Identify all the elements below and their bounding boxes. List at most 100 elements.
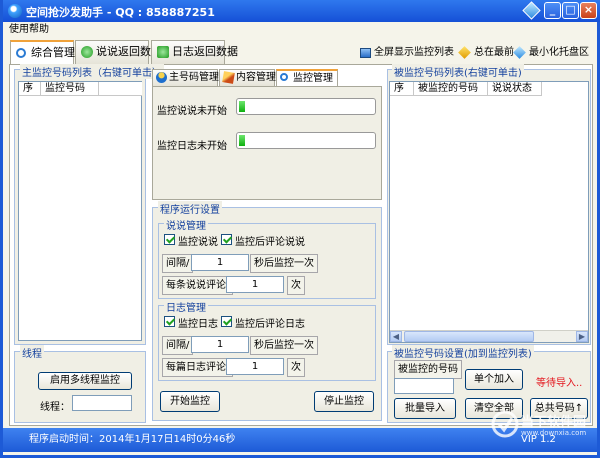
monitored-settings-title: 被监控号码设置(加到监控列表) — [392, 345, 534, 360]
number-input[interactable] — [394, 378, 454, 394]
inner-tab-main-label: 主号码管理 — [169, 72, 219, 83]
toolbar-minimize-tray[interactable]: 最小化托盘区 — [513, 43, 589, 59]
checkbox-checked-icon — [221, 234, 232, 245]
title-bar: 空间抢沙发助手 - QQ : 858887251 _ □ × — [3, 0, 600, 22]
monitored-number-list[interactable]: 序 被监控的号码 说说状态 ◀ ▶ — [389, 81, 589, 343]
ss-per-label: 每条说说评论/ — [162, 276, 234, 295]
watermark-logo: 当下软件园 www.downxia.com — [491, 408, 595, 448]
horizontal-scrollbar[interactable]: ◀ ▶ — [390, 330, 588, 342]
main-list-title: 主监控号码列表（右键可单击） — [20, 64, 164, 79]
main-content: 主监控号码列表（右键可单击） 序 监控号码 线程 启用多线程监控 线程： 主号码… — [9, 64, 593, 426]
inner-tab-content-label: 内容管理 — [236, 72, 276, 83]
fullscreen-label: 全屏显示监控列表 — [374, 47, 454, 58]
watermark-url: www.downxia.com — [521, 429, 587, 437]
rz-per-input[interactable]: 1 — [226, 358, 284, 375]
monitor-shuoshuo-label: 监控说说 — [178, 237, 218, 248]
monitor-rizhi-checkbox[interactable]: 监控日志 — [164, 315, 218, 330]
progress-shuoshuo-fill — [239, 101, 245, 112]
ss-interval-input[interactable]: 1 — [191, 254, 249, 271]
monitor-icon — [360, 48, 371, 58]
comment-shuoshuo-checkbox[interactable]: 监控后评论说说 — [221, 233, 305, 248]
watermark-text: 当下软件园 — [521, 415, 587, 430]
penguin-icon — [156, 72, 167, 83]
pin-icon — [458, 46, 471, 59]
waiting-status: 等待导入.. — [536, 378, 583, 389]
shuoshuo-title: 说说管理 — [164, 217, 208, 232]
rz-interval-label: 间隔/ — [162, 336, 194, 355]
inner-tab-monitor-label: 监控管理 — [293, 73, 333, 84]
tray-icon — [513, 46, 526, 59]
thread-input[interactable] — [72, 395, 132, 411]
rz-per-suffix: 次 — [287, 358, 305, 377]
rz-per-label: 每篇日志评论/ — [162, 358, 234, 377]
checkbox-checked-icon — [164, 316, 175, 327]
status-rizhi: 监控日志未开始 — [157, 141, 227, 152]
checkbox-checked-icon — [164, 234, 175, 245]
progress-shuoshuo — [236, 98, 376, 115]
menu-bar: 使用帮助 — [3, 22, 597, 38]
ss-per-input[interactable]: 1 — [226, 276, 284, 293]
scroll-left-icon[interactable]: ◀ — [390, 331, 402, 342]
ss-per-suffix: 次 — [287, 276, 305, 295]
app-icon — [8, 4, 22, 18]
skin-gem-icon[interactable] — [522, 1, 541, 20]
progress-rizhi-fill — [239, 135, 245, 146]
progress-rizhi — [236, 132, 376, 149]
runtime-status: 程序启动时间：2014年1月17日14时0分46秒 — [29, 434, 236, 445]
refresh-green-icon — [81, 46, 93, 58]
ss-interval-label: 间隔/ — [162, 254, 194, 273]
search-icon — [280, 73, 288, 81]
rz-interval-suffix: 秒后监控一次 — [250, 336, 318, 355]
tab-general[interactable]: 综合管理 — [10, 40, 75, 65]
enable-thread-button[interactable]: 启用多线程监控 — [38, 372, 132, 390]
checkbox-checked-icon — [221, 316, 232, 327]
minimize-button[interactable]: _ — [544, 2, 561, 19]
rizhi-title: 日志管理 — [164, 299, 208, 314]
col-index[interactable]: 序 — [390, 82, 414, 96]
menu-help[interactable]: 使用帮助 — [9, 24, 49, 35]
log-icon — [157, 46, 169, 58]
toolbar-always-top[interactable]: 总在最前 — [458, 43, 514, 59]
status-shuoshuo: 监控说说未开始 — [157, 106, 227, 117]
pencil-icon — [222, 71, 235, 84]
start-monitor-button[interactable]: 开始监控 — [160, 391, 220, 412]
comment-rizhi-label: 监控后评论日志 — [235, 319, 305, 330]
comment-rizhi-checkbox[interactable]: 监控后评论日志 — [221, 315, 305, 330]
monitor-shuoshuo-checkbox[interactable]: 监控说说 — [164, 233, 218, 248]
batch-import-button[interactable]: 批量导入 — [394, 398, 456, 419]
settings-title: 程序运行设置 — [158, 201, 222, 216]
inner-tab-monitor[interactable]: 监控管理 — [276, 69, 338, 86]
col-monitored-number[interactable]: 被监控的号码 — [414, 82, 488, 96]
app-window: 空间抢沙发助手 - QQ : 858887251 _ □ × 使用帮助 综合管理… — [0, 0, 600, 458]
comment-shuoshuo-label: 监控后评论说说 — [235, 237, 305, 248]
thread-label: 线程： — [40, 402, 70, 413]
maximize-button[interactable]: □ — [562, 2, 579, 19]
magnifier-icon — [16, 48, 26, 58]
col-empty — [99, 82, 142, 96]
number-label: 被监控的号码 — [394, 360, 462, 379]
rz-interval-input[interactable]: 1 — [191, 336, 249, 353]
col-index[interactable]: 序 — [19, 82, 41, 96]
stop-monitor-button[interactable]: 停止监控 — [314, 391, 374, 412]
col-shuoshuo-status[interactable]: 说说状态 — [488, 82, 542, 96]
close-button[interactable]: × — [580, 2, 597, 19]
tab-rizhi-data[interactable]: 日志返回数据 — [151, 40, 238, 64]
window-title: 空间抢沙发助手 - QQ : 858887251 — [26, 6, 215, 19]
monitor-rizhi-label: 监控日志 — [178, 319, 218, 330]
col-number[interactable]: 监控号码 — [41, 82, 99, 96]
minimize-tray-label: 最小化托盘区 — [529, 47, 589, 58]
ss-interval-suffix: 秒后监控一次 — [250, 254, 318, 273]
tab-shuoshuo-data[interactable]: 说说返回数据 — [75, 40, 162, 64]
scroll-right-icon[interactable]: ▶ — [576, 331, 588, 342]
thread-title: 线程 — [20, 345, 44, 360]
inner-tab-content[interactable]: 内容管理 — [219, 69, 276, 86]
always-top-label: 总在最前 — [474, 47, 514, 58]
monitored-list-title: 被监控号码列表(右键可单击) — [392, 64, 524, 79]
inner-tab-main-number[interactable]: 主号码管理 — [152, 69, 219, 86]
tab-general-label: 综合管理 — [31, 46, 75, 59]
toolbar-fullscreen[interactable]: 全屏显示监控列表 — [360, 43, 454, 58]
main-number-list[interactable]: 序 监控号码 — [18, 81, 142, 341]
add-single-button[interactable]: 单个加入 — [465, 369, 523, 390]
tab-rizhi-label: 日志返回数据 — [172, 45, 238, 58]
scroll-thumb[interactable] — [404, 331, 534, 342]
